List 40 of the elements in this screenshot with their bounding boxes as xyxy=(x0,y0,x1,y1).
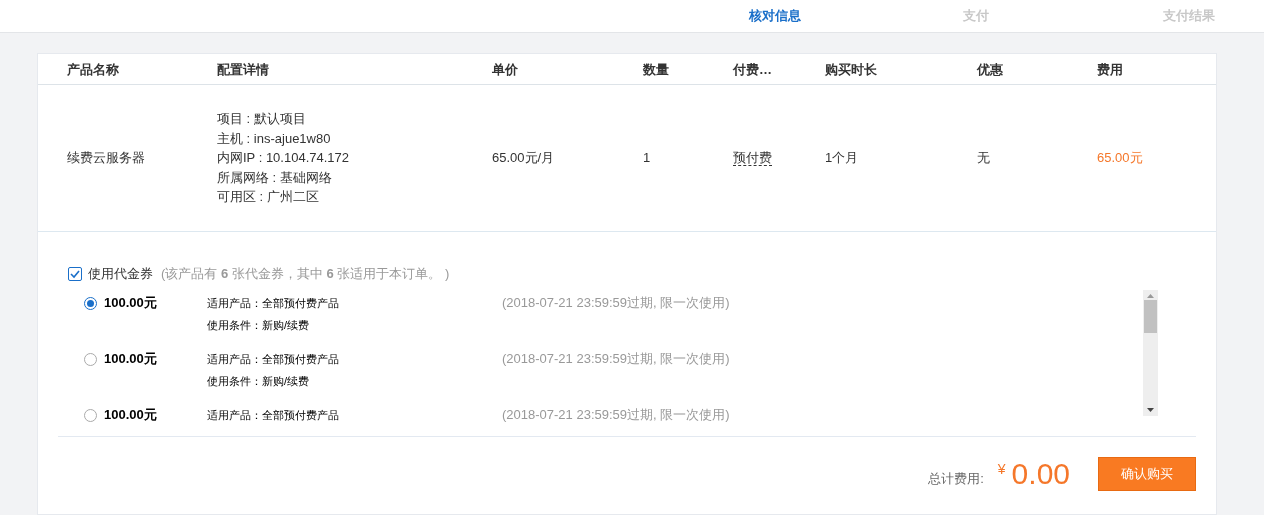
table-cell: 1 xyxy=(643,150,651,166)
total-label: 总计费用: xyxy=(928,469,984,488)
column-header: 数量 xyxy=(643,62,669,77)
checkbox-label[interactable]: 使用代金券 xyxy=(88,264,153,284)
scrollbar-thumb[interactable] xyxy=(1144,299,1157,333)
voucher-condition: 使用条件：新购/续费 xyxy=(207,373,311,389)
config-line: 可用区 : 广州二区 xyxy=(217,188,320,207)
table-cell: 无 xyxy=(977,150,990,166)
table-cell: 65.00元 xyxy=(1097,150,1143,166)
voucher-amount: 100.00元 xyxy=(104,405,158,424)
voucher-product: 适用产品：全部预付费产品 xyxy=(207,351,340,367)
voucher-count-note: (该产品有 6 张代金券，其中 6 张适用于本订单。 ) xyxy=(161,265,450,283)
check-icon xyxy=(70,268,80,279)
billing-type-link[interactable]: 预付费 xyxy=(733,150,772,167)
config-line: 所属网络 : 基础网络 xyxy=(217,168,333,187)
column-header: 优惠 xyxy=(977,62,1003,77)
voucher-product: 适用产品：全部预付费产品 xyxy=(207,407,340,423)
table-cell: 续费云服务器 xyxy=(67,150,145,166)
total-amount: 0.00 xyxy=(1011,456,1070,491)
down-arrow-icon[interactable] xyxy=(1147,407,1154,412)
table-cell: 1个月 xyxy=(825,150,859,166)
voucher-product: 适用产品：全部预付费产品 xyxy=(207,295,340,311)
checkbox[interactable] xyxy=(68,266,82,281)
currency-symbol: ¥ xyxy=(997,459,1006,479)
column-header: 付费… xyxy=(733,62,772,77)
voucher-amount: 100.00元 xyxy=(104,293,158,312)
column-header: 产品名称 xyxy=(67,62,119,77)
step-label: 核对信息 xyxy=(749,7,802,26)
voucher-amount: 100.00元 xyxy=(104,349,158,368)
config-line: 内网IP : 10.104.74.172 xyxy=(217,149,351,168)
column-header: 费用 xyxy=(1097,62,1123,77)
up-arrow-icon[interactable] xyxy=(1147,293,1154,298)
column-header: 单价 xyxy=(492,62,518,77)
table-cell: 65.00元/月 xyxy=(492,150,555,166)
column-header: 购买时长 xyxy=(825,62,877,77)
column-header: 配置详情 xyxy=(217,62,269,77)
scrollbar[interactable] xyxy=(1143,289,1158,416)
config-line: 项目 : 默认项目 xyxy=(217,110,307,129)
voucher-condition: 使用条件：新购/续费 xyxy=(207,317,311,333)
config-line: 主机 : ins-ajue1w80 xyxy=(217,129,332,148)
